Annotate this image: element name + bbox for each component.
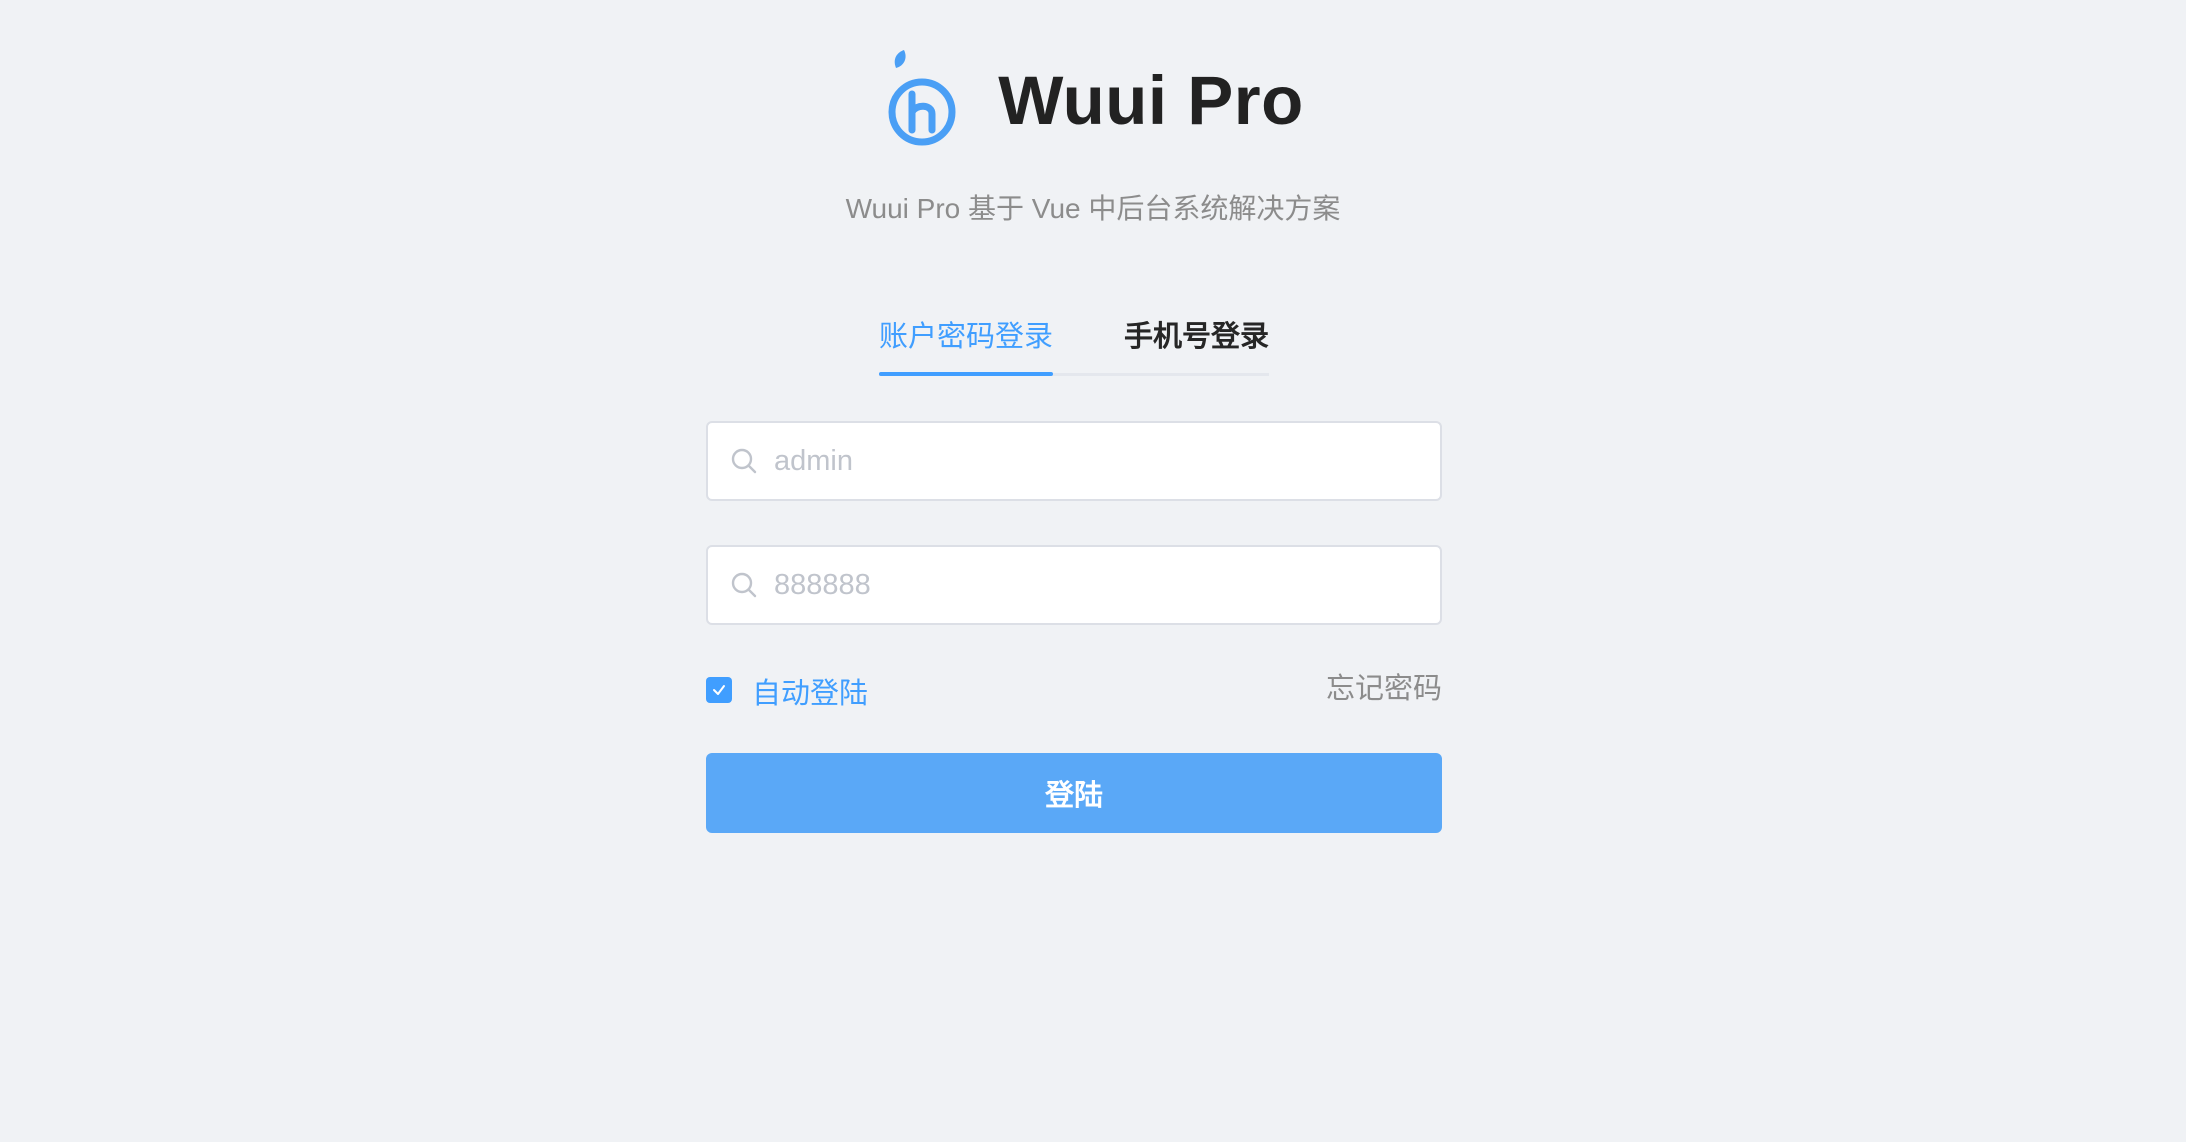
login-header: Wuui Pro Wuui Pro 基于 Vue 中后台系统解决方案	[0, 50, 2186, 227]
search-icon	[730, 447, 758, 475]
username-input[interactable]	[772, 422, 1376, 500]
forgot-password-link[interactable]: 忘记密码	[1326, 665, 1442, 707]
search-icon	[730, 571, 758, 599]
auto-login-toggle[interactable]: 自动登陆	[706, 666, 868, 712]
h-leaf-logo-icon	[882, 50, 962, 150]
auto-login-checkbox[interactable]	[706, 677, 732, 703]
auto-login-label: 自动登陆	[752, 678, 869, 710]
tab-account-password[interactable]: 账户密码登录	[879, 305, 1054, 376]
brand: Wuui Pro	[882, 50, 1304, 150]
login-form: 账户密码登录 手机号登录 自动登陆	[706, 305, 1442, 833]
login-options: 自动登陆 忘记密码	[706, 666, 1442, 712]
check-icon	[713, 685, 725, 695]
app-title: Wuui Pro	[998, 61, 1304, 139]
password-input[interactable]	[772, 546, 1376, 624]
login-button[interactable]: 登陆	[706, 753, 1442, 833]
tab-phone[interactable]: 手机号登录	[1124, 305, 1269, 373]
username-field	[706, 421, 1442, 501]
app-subtitle: Wuui Pro 基于 Vue 中后台系统解决方案	[845, 193, 1341, 224]
login-tabs: 账户密码登录 手机号登录	[879, 305, 1269, 376]
password-field	[706, 545, 1442, 625]
